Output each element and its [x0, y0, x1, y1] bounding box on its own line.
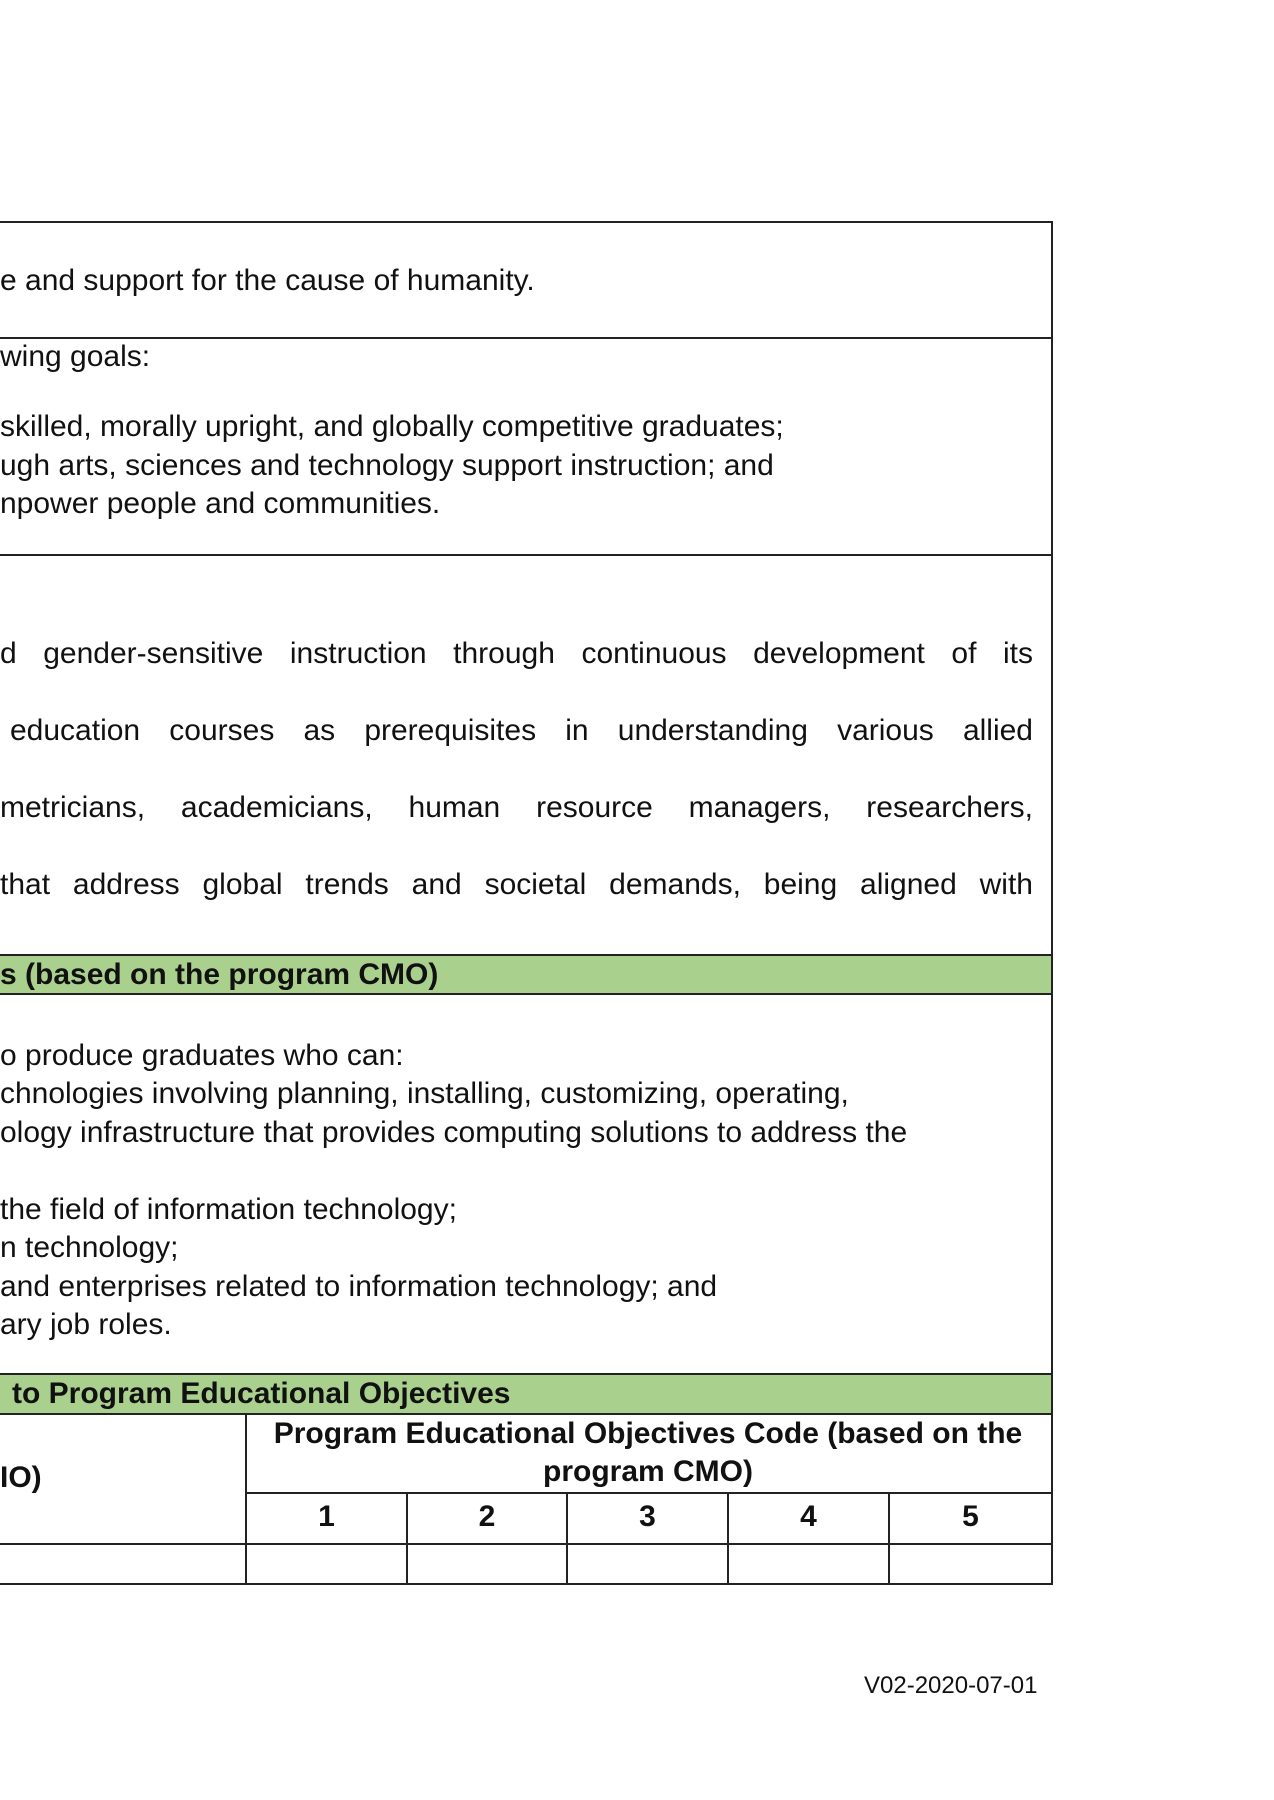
divider: [245, 1492, 1053, 1494]
mapping-left-header: IO): [0, 1461, 42, 1494]
vision-text: e and support for the cause of humanity.: [0, 264, 535, 297]
objective-line: education courses as prerequisites in un…: [10, 714, 1033, 747]
objective-line: d gender-sensitive instruction through c…: [0, 637, 1033, 670]
peo-line: and enterprises related to information t…: [0, 1270, 718, 1303]
goal-item: npower people and communities.: [0, 487, 441, 520]
peo-code-header: Program Educational Objectives Code (bas…: [273, 1417, 1023, 1488]
peo-line: chnologies involving planning, installin…: [0, 1077, 849, 1110]
table-top-border: [0, 221, 1053, 223]
objective-line: metricians, academicians, human resource…: [0, 791, 1033, 824]
peo-column-number: 2: [478, 1500, 496, 1533]
table-vertical-divider: [245, 1413, 247, 1585]
divider: [0, 1543, 1053, 1545]
peo-column-number: 3: [639, 1500, 656, 1533]
peo-line: n technology;: [0, 1231, 179, 1264]
goal-item: skilled, morally upright, and globally c…: [0, 410, 784, 443]
peo-column-number: 5: [962, 1500, 979, 1533]
version-footer: V02-2020-07-01: [864, 1672, 1038, 1699]
peo-line: the field of information technology;: [0, 1193, 457, 1226]
table-bottom-border: [0, 1583, 1053, 1585]
goals-intro: wing goals:: [0, 340, 151, 373]
peo-line: ology infrastructure that provides compu…: [0, 1116, 908, 1149]
objective-line: that address global trends and societal …: [0, 868, 1033, 901]
goal-item: ugh arts, sciences and technology suppor…: [0, 449, 774, 482]
divider: [0, 337, 1053, 339]
divider: [0, 993, 1053, 995]
peo-column-number: 1: [318, 1500, 335, 1533]
divider: [0, 554, 1053, 556]
peo-line: ary job roles.: [0, 1308, 172, 1341]
mapping-section-title: to Program Educational Objectives: [12, 1377, 511, 1410]
table-right-border: [1051, 221, 1053, 1585]
peo-section-title: s (based on the program CMO): [0, 958, 439, 991]
peo-column-number: 4: [800, 1500, 817, 1533]
peo-line: o produce graduates who can:: [0, 1039, 404, 1072]
